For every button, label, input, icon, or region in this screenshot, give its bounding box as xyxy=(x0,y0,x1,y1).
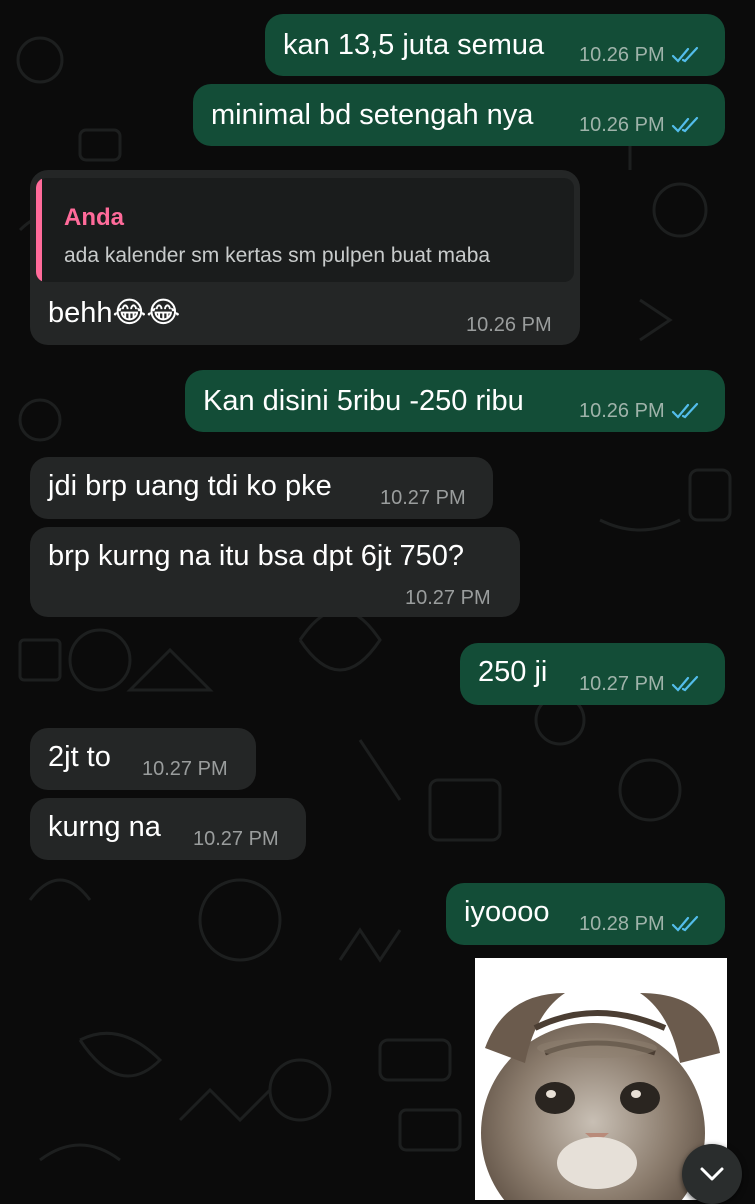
message-meta: 10.27 PM xyxy=(193,828,279,850)
message-meta: 10.26 PM xyxy=(466,314,552,336)
message-text: Kan disini 5ribu -250 ribu xyxy=(203,385,524,417)
chevron-down-icon xyxy=(700,1167,724,1181)
quote-author: Anda xyxy=(64,204,124,231)
incoming-message[interactable]: jdi brp uang tdi ko pke 10.27 PM xyxy=(30,457,493,519)
message-text: brp kurng na itu bsa dpt 6jt 750? xyxy=(48,540,464,572)
message-text: 2jt to xyxy=(48,741,111,773)
message-text: minimal bd setengah nya xyxy=(211,99,534,131)
message-meta: 10.28 PM xyxy=(579,913,701,935)
double-check-icon xyxy=(671,675,698,692)
message-time: 10.26 PM xyxy=(579,400,665,422)
quoted-message[interactable]: Anda ada kalender sm kertas sm pulpen bu… xyxy=(36,178,574,282)
incoming-message[interactable]: 2jt to 10.27 PM xyxy=(30,728,256,790)
message-meta: 10.26 PM xyxy=(579,114,701,136)
message-time: 10.27 PM xyxy=(405,587,491,609)
outgoing-message[interactable]: minimal bd setengah nya 10.26 PM xyxy=(193,84,725,146)
double-check-icon xyxy=(671,402,698,419)
double-check-icon xyxy=(671,46,698,63)
message-meta: 10.27 PM xyxy=(380,487,466,509)
message-time: 10.27 PM xyxy=(579,673,665,695)
outgoing-message[interactable]: 250 ji 10.27 PM xyxy=(460,643,725,705)
message-text: kurng na xyxy=(48,811,161,843)
message-meta: 10.26 PM xyxy=(579,400,701,422)
message-text: jdi brp uang tdi ko pke xyxy=(48,470,332,502)
message-meta: 10.27 PM xyxy=(579,673,701,695)
message-time: 10.28 PM xyxy=(579,913,665,935)
message-time: 10.26 PM xyxy=(579,44,665,66)
outgoing-message[interactable]: Kan disini 5ribu -250 ribu 10.26 PM xyxy=(185,370,725,432)
message-time: 10.26 PM xyxy=(466,314,552,336)
quote-accent-bar xyxy=(36,178,42,282)
incoming-message[interactable]: kurng na 10.27 PM xyxy=(30,798,306,860)
message-text: 250 ji xyxy=(478,656,548,688)
message-meta: 10.27 PM xyxy=(142,758,228,780)
outgoing-message[interactable]: iyoooo 10.28 PM xyxy=(446,883,725,945)
message-time: 10.27 PM xyxy=(380,487,466,509)
double-check-icon xyxy=(671,915,698,932)
message-time: 10.26 PM xyxy=(579,114,665,136)
outgoing-message[interactable]: kan 13,5 juta semua 10.26 PM xyxy=(265,14,725,76)
message-meta: 10.26 PM xyxy=(579,44,701,66)
message-text: behh😂😂 xyxy=(48,297,181,329)
message-time: 10.27 PM xyxy=(142,758,228,780)
double-check-icon xyxy=(671,116,698,133)
incoming-message-with-reply[interactable]: Anda ada kalender sm kertas sm pulpen bu… xyxy=(30,170,580,345)
scroll-to-bottom-button[interactable] xyxy=(682,1144,742,1204)
message-text: kan 13,5 juta semua xyxy=(283,29,545,61)
quote-text: ada kalender sm kertas sm pulpen buat ma… xyxy=(64,244,491,267)
message-meta: 10.27 PM xyxy=(405,587,491,609)
chat-message-list[interactable]: kan 13,5 juta semua 10.26 PM minimal bd … xyxy=(0,0,755,1204)
incoming-message[interactable]: brp kurng na itu bsa dpt 6jt 750? 10.27 … xyxy=(30,527,520,617)
message-text: iyoooo xyxy=(464,896,550,928)
message-time: 10.27 PM xyxy=(193,828,279,850)
